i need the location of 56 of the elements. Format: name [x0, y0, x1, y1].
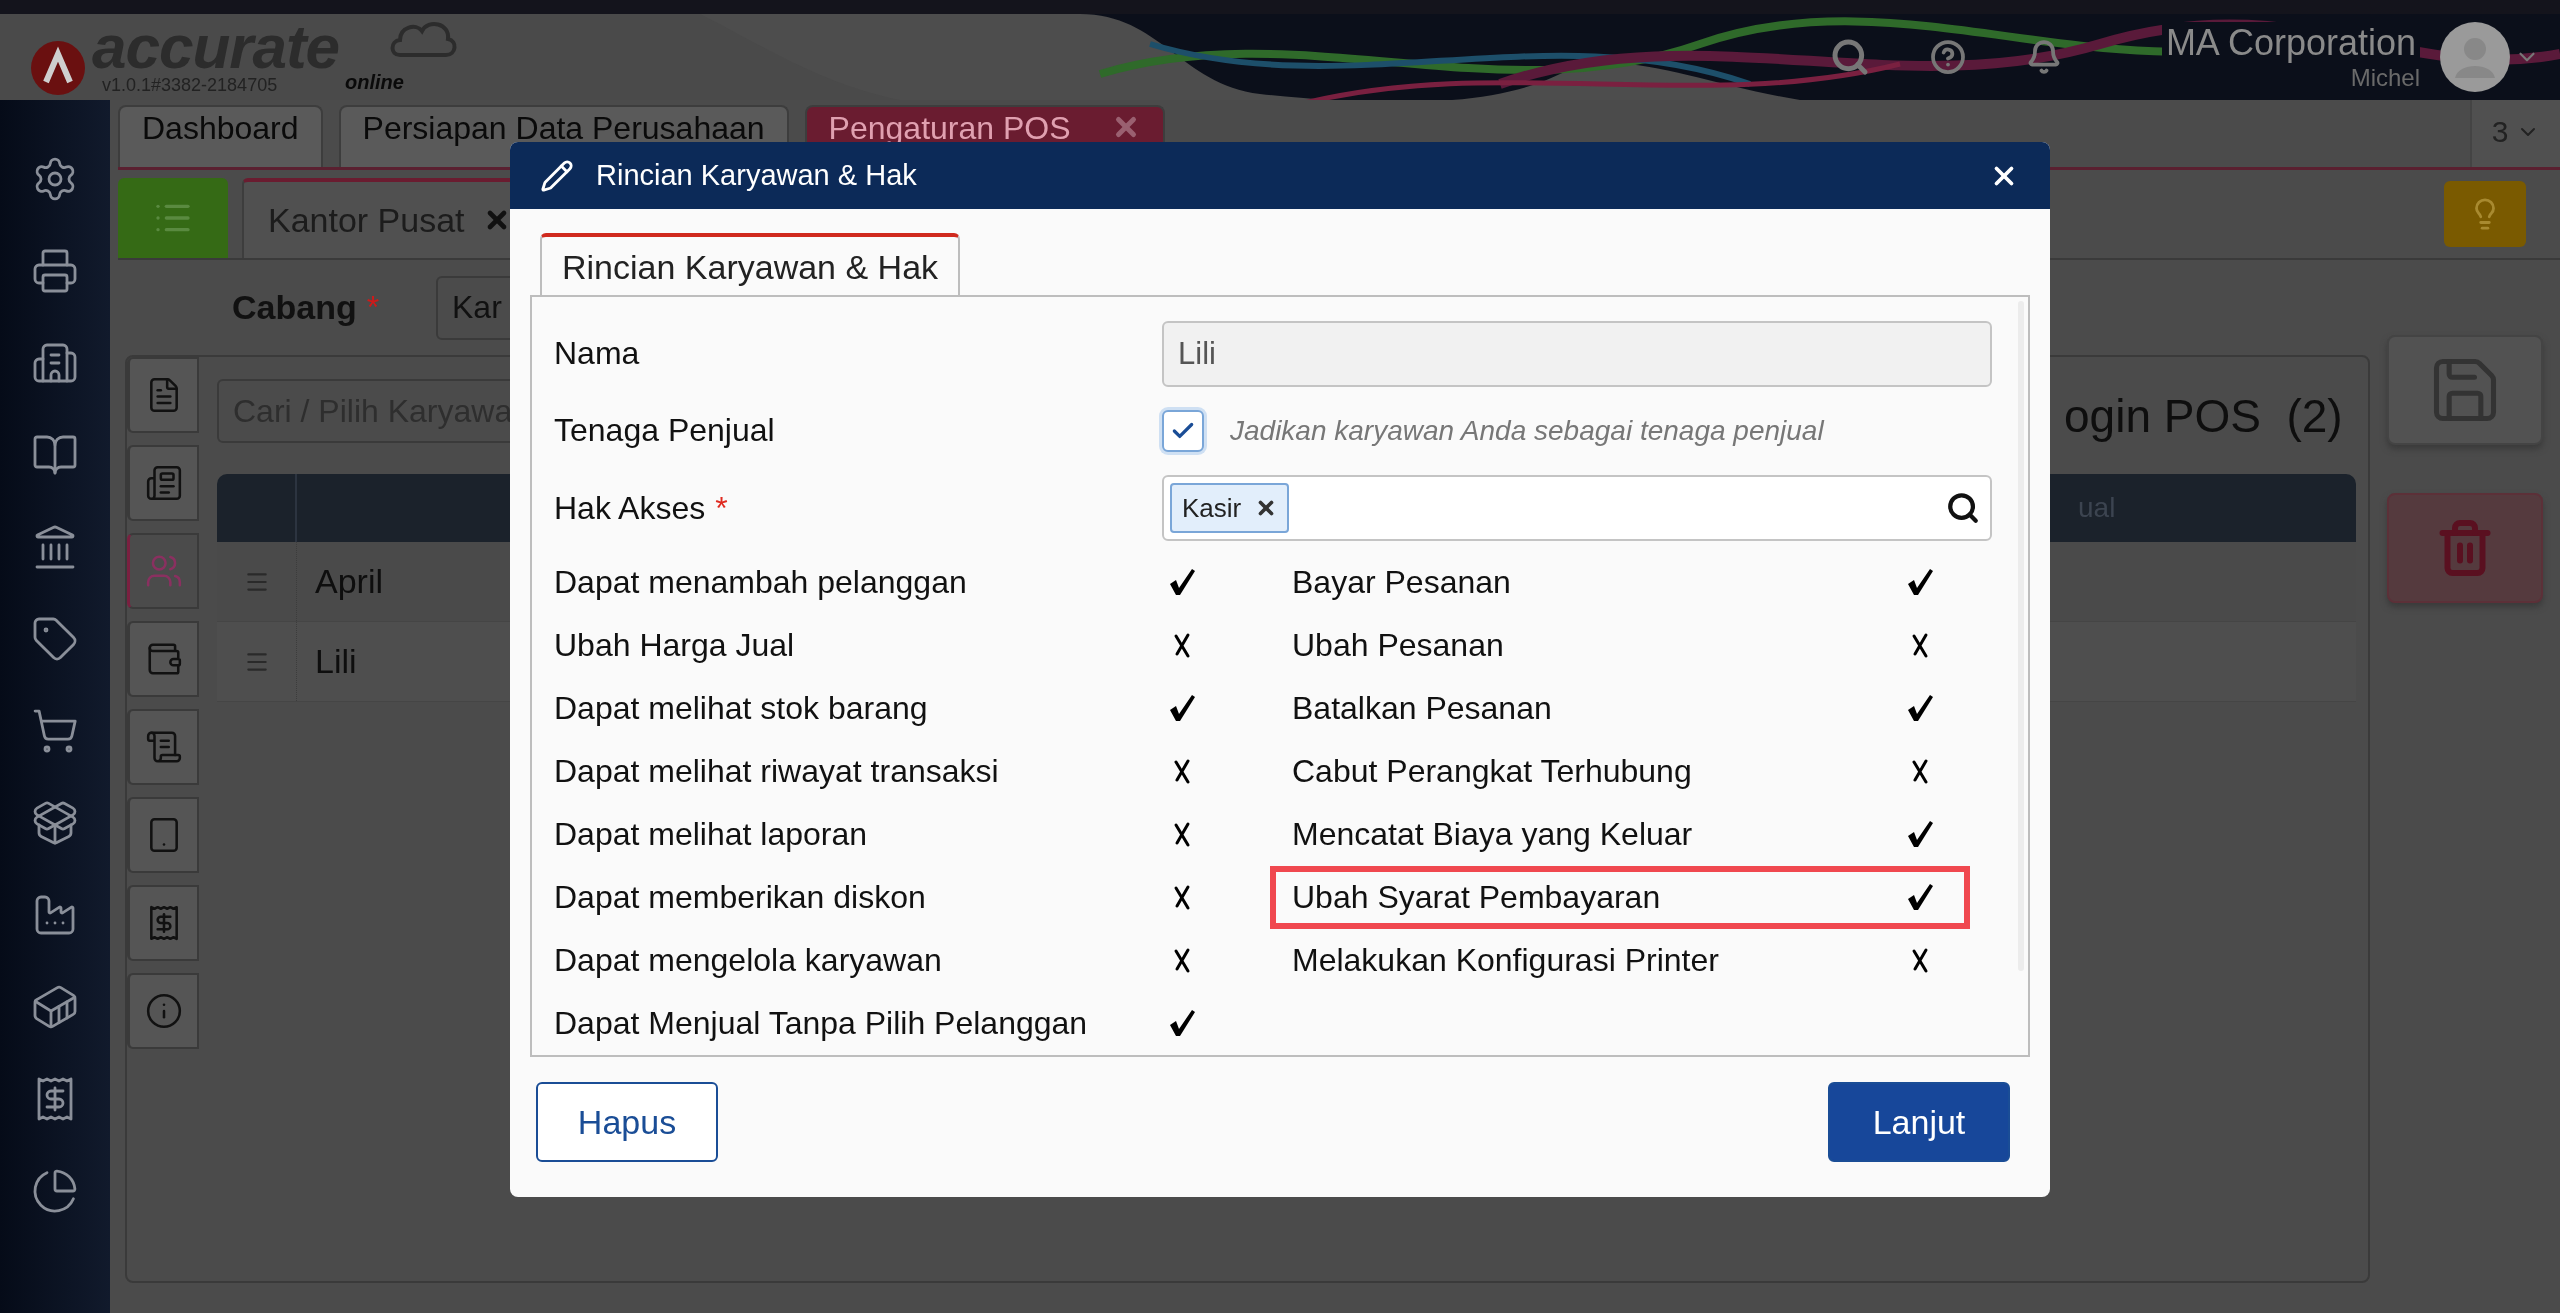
checkbox-hint: Jadikan karyawan Anda sebagai tenaga penjual: [1230, 415, 1824, 447]
printer-icon[interactable]: [31, 247, 79, 295]
logo-subtitle: online: [345, 70, 404, 94]
dialog-tab[interactable]: Rincian Karyawan & Hak: [540, 233, 961, 297]
avatar-icon[interactable]: [2440, 22, 2510, 92]
permission-label: Cabut Perangkat Terhubung: [1292, 753, 1693, 790]
help-icon[interactable]: [1929, 39, 1966, 75]
permission-label: Dapat melihat stok barang: [554, 690, 929, 727]
user-name: Michel: [2350, 64, 2420, 92]
side-tab[interactable]: [127, 445, 199, 521]
side-tab[interactable]: [127, 709, 199, 785]
checkbox[interactable]: [1162, 410, 1204, 452]
side-tab[interactable]: [127, 621, 199, 697]
permission-label: Ubah Harga Jual: [554, 627, 796, 664]
permission-label: Bayar Pesanan: [1292, 564, 1512, 601]
info-icon: [144, 992, 183, 1030]
permission-label: Ubah Syarat Pembayaran: [1292, 879, 1662, 916]
info-document-icon: [144, 464, 183, 502]
pie-chart-icon[interactable]: [31, 1167, 79, 1215]
field-label: Hak Akses: [554, 489, 706, 527]
tag-field[interactable]: Kasir: [1162, 475, 1992, 542]
permission-label: Dapat memberikan diskon: [554, 879, 927, 916]
permission-label: Mencatat Biaya yang Keluar: [1292, 816, 1694, 853]
permission-label: Melakukan Konfigurasi Printer: [1292, 942, 1720, 979]
permission-label: Dapat melihat laporan: [554, 816, 869, 853]
next-button[interactable]: Lanjut: [1828, 1082, 2010, 1162]
receipt-icon: [144, 728, 183, 766]
side-tab[interactable]: [127, 885, 199, 961]
permission-label: Ubah Pesanan: [1292, 627, 1505, 664]
permission-label: Batalkan Pesanan: [1292, 690, 1553, 727]
permission-label: Dapat mengelola karyawan: [554, 942, 943, 979]
field-label: Tenaga Penjual: [554, 412, 775, 450]
logo-icon: [30, 39, 86, 96]
side-tab[interactable]: [127, 357, 199, 433]
required-mark: *: [366, 289, 380, 326]
table-cell-text: Lili: [314, 642, 357, 681]
container-icon[interactable]: [31, 983, 79, 1031]
price-tag-icon[interactable]: [31, 615, 79, 663]
table-cell-text: April: [314, 562, 384, 601]
tag-chip[interactable]: Kasir: [1170, 483, 1290, 534]
permission-label: Dapat melihat riwayat transaksi: [554, 753, 1000, 790]
side-tab[interactable]: [127, 797, 199, 873]
pencil-icon: [540, 158, 574, 193]
required-mark: *: [715, 489, 728, 527]
company-name: MA Corporation: [2161, 22, 2420, 64]
section-title: ogin POS (2): [2064, 389, 2343, 443]
search-icon[interactable]: [1946, 491, 1980, 526]
field-label: Nama: [554, 335, 640, 373]
package-icon[interactable]: [31, 799, 79, 847]
delete-button[interactable]: Hapus: [536, 1082, 718, 1162]
permission-label: Dapat menambah pelanggan: [554, 564, 968, 601]
branch-label: Cabang: [232, 288, 357, 327]
cart-icon[interactable]: [31, 707, 79, 755]
name-field[interactable]: Lili: [1162, 320, 1992, 387]
side-tab[interactable]: [127, 973, 199, 1049]
permission-label: Dapat Menjual Tanpa Pilih Pelanggan: [554, 1005, 1089, 1042]
